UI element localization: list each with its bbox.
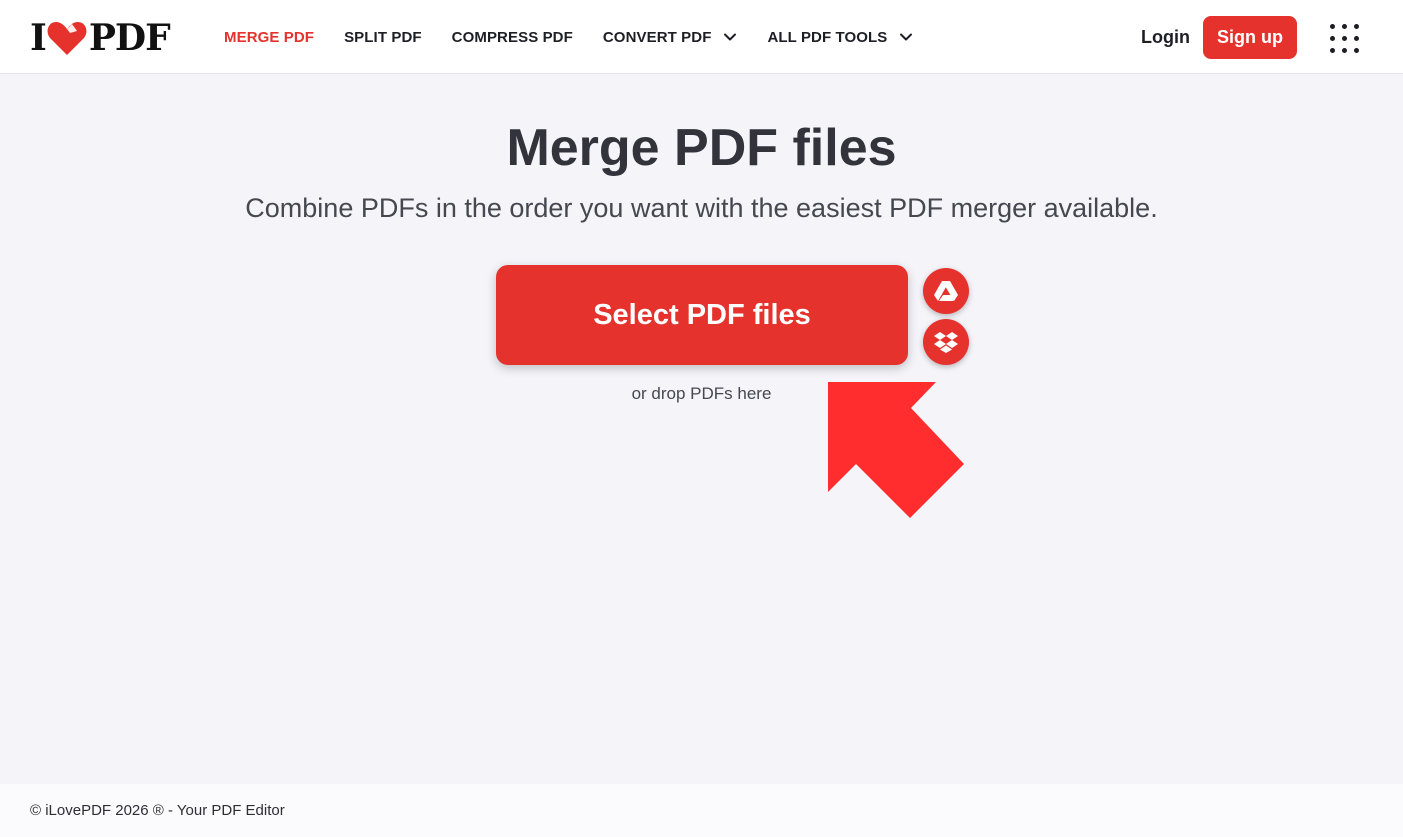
- nav-split-pdf[interactable]: SPLIT PDF: [344, 29, 422, 46]
- arrow-pointer-icon: [828, 382, 964, 518]
- page-footer: © iLovePDF 2026 ® - Your PDF Editor: [0, 784, 1403, 837]
- nav-convert-pdf-label: CONVERT PDF: [602, 28, 712, 46]
- ilovepdf-logo[interactable]: I PDF: [30, 17, 171, 59]
- nav-compress-pdf-label: COMPRESS PDF: [451, 28, 573, 46]
- chevron-down-icon: [724, 33, 737, 41]
- nav-all-pdf-tools-label: ALL PDF TOOLS: [767, 28, 888, 46]
- chevron-down-icon: [900, 33, 913, 41]
- dropbox-icon: [934, 332, 958, 353]
- google-drive-icon: [934, 281, 958, 301]
- copyright-text: © iLovePDF 2026 ® - Your PDF Editor: [30, 802, 285, 819]
- login-link[interactable]: Login: [1141, 27, 1190, 48]
- page-title: Merge PDF files: [506, 119, 897, 177]
- nav-convert-pdf[interactable]: CONVERT PDF: [603, 29, 738, 46]
- page-subtitle: Combine PDFs in the order you want with …: [245, 193, 1158, 223]
- logo-letter-i: I: [30, 17, 47, 59]
- grid-menu-icon[interactable]: [1326, 20, 1362, 56]
- logo-word-pdf: PDF: [88, 17, 171, 59]
- nav-compress-pdf[interactable]: COMPRESS PDF: [452, 29, 573, 46]
- dropbox-button[interactable]: [923, 319, 969, 365]
- nav-split-pdf-label: SPLIT PDF: [344, 28, 422, 46]
- heart-icon: [47, 22, 87, 55]
- drop-files-hint: or drop PDFs here: [631, 384, 772, 403]
- signup-button[interactable]: Sign up: [1203, 16, 1297, 59]
- nav-all-pdf-tools[interactable]: ALL PDF TOOLS: [767, 29, 913, 46]
- main-nav: MERGE PDF SPLIT PDF COMPRESS PDF CONVERT…: [224, 0, 943, 74]
- top-navbar: I PDF MERGE PDF SPLIT PDF COMPRESS PDF C…: [0, 0, 1403, 74]
- select-pdf-files-button[interactable]: Select PDF files: [496, 265, 908, 365]
- google-drive-button[interactable]: [923, 268, 969, 314]
- nav-merge-pdf[interactable]: MERGE PDF: [224, 29, 314, 46]
- nav-merge-pdf-label: MERGE PDF: [224, 28, 315, 46]
